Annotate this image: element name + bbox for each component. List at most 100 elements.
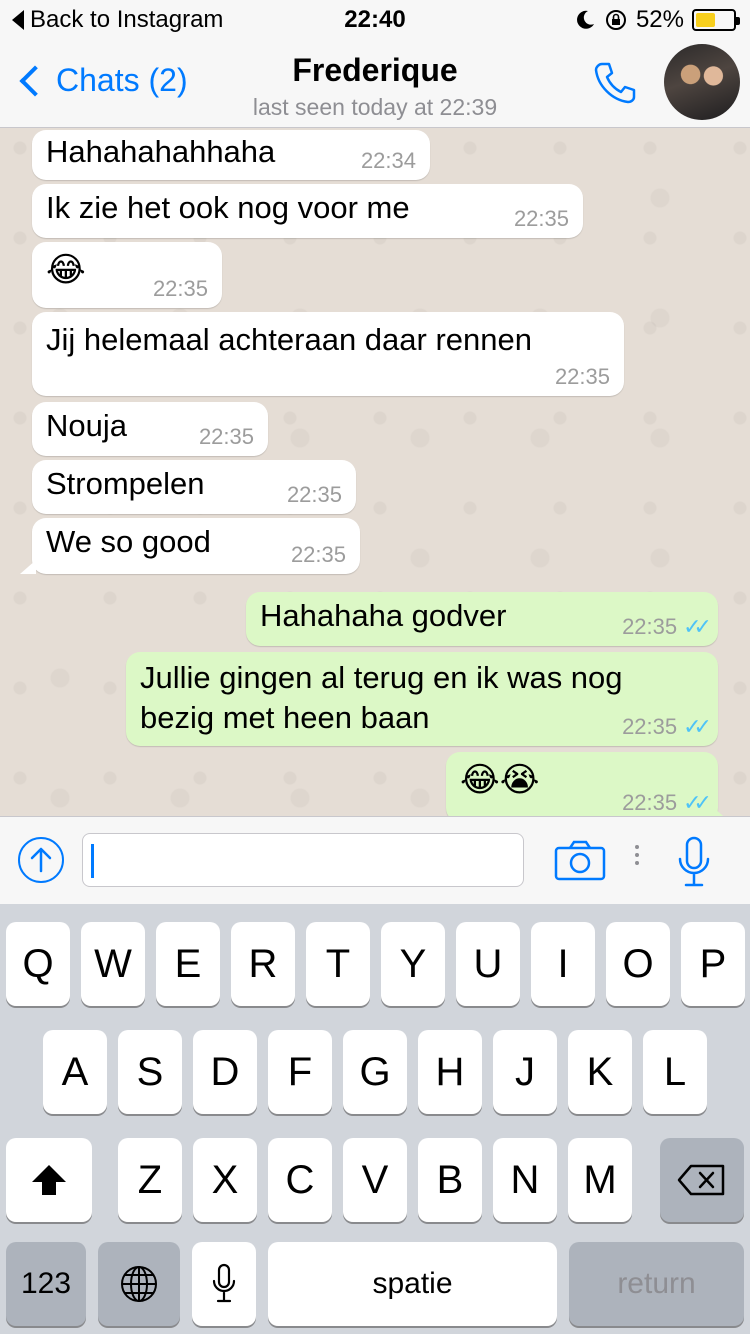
message-time: 22:35 (286, 482, 342, 507)
key-r[interactable]: R (231, 922, 295, 1006)
key-label: return (617, 1267, 696, 1300)
message-time-value: 22:35 (622, 614, 678, 639)
message-list[interactable]: Hahahahahhaha 22:34 Ik zie het ook nog v… (0, 128, 750, 816)
key-q[interactable]: Q (6, 922, 70, 1006)
rotation-lock-icon (605, 10, 626, 30)
key-y[interactable]: Y (381, 922, 445, 1006)
key-m[interactable]: M (568, 1138, 632, 1222)
message-time: 22:35 (513, 206, 569, 231)
message-bubble-outgoing[interactable]: Jullie gingen al terug en ik was nog bez… (126, 652, 718, 746)
key-label: W (94, 941, 132, 986)
key-label: N (510, 1157, 540, 1202)
key-t[interactable]: T (306, 922, 370, 1006)
space-key[interactable]: spatie (268, 1242, 557, 1326)
key-label: F (287, 1049, 313, 1094)
microphone-icon[interactable] (674, 835, 714, 889)
key-g[interactable]: G (343, 1030, 407, 1114)
globe-key[interactable] (98, 1242, 180, 1326)
key-o[interactable]: O (606, 922, 670, 1006)
key-label: O (622, 941, 654, 986)
status-bar: Back to Instagram 22:40 52% (0, 0, 750, 40)
chat-header: Chats (2) Frederique last seen today at … (0, 40, 750, 128)
battery-icon (692, 9, 740, 31)
message-text: Hahahaha godver (260, 598, 507, 633)
message-bubble-outgoing[interactable]: 😂😭 22:35 ✓✓ (446, 752, 730, 816)
key-label: M (583, 1157, 617, 1202)
key-label: T (325, 941, 351, 986)
phone-icon[interactable] (590, 58, 640, 108)
key-label: Z (137, 1157, 163, 1202)
key-label: H (435, 1049, 465, 1094)
key-d[interactable]: D (193, 1030, 257, 1114)
message-bubble-incoming[interactable]: Strompelen 22:35 (32, 460, 356, 514)
globe-icon (121, 1266, 157, 1302)
key-b[interactable]: B (418, 1138, 482, 1222)
key-u[interactable]: U (456, 922, 520, 1006)
key-e[interactable]: E (156, 922, 220, 1006)
key-z[interactable]: Z (118, 1138, 182, 1222)
key-label: C (285, 1157, 315, 1202)
battery-percent: 52% (635, 6, 684, 33)
return-key[interactable]: return (569, 1242, 744, 1326)
avatar[interactable] (664, 44, 740, 120)
composer (0, 816, 750, 904)
keyboard: Q W E R T Y U I O P A S D F G H J K L Z … (0, 904, 750, 1334)
key-x[interactable]: X (193, 1138, 257, 1222)
key-label: P (699, 941, 727, 986)
numbers-key[interactable]: 123 (6, 1242, 86, 1326)
key-j[interactable]: J (493, 1030, 557, 1114)
message-time-value: 22:35 (622, 714, 678, 739)
dictation-key[interactable] (192, 1242, 256, 1326)
message-time: 22:35 (290, 542, 346, 567)
shift-icon (32, 1165, 66, 1195)
key-s[interactable]: S (118, 1030, 182, 1114)
message-bubble-incoming[interactable]: We so good 22:35 (20, 518, 360, 574)
attach-button[interactable] (18, 837, 64, 883)
message-time: 22:35 (554, 364, 610, 389)
key-label: B (436, 1157, 464, 1202)
read-receipt-icon: ✓✓ (683, 614, 712, 639)
message-text: Ik zie het ook nog voor me (46, 190, 410, 225)
message-time: 22:35 (198, 424, 254, 449)
message-time: 22:35 ✓✓ (622, 714, 712, 740)
status-indicators: 52% (574, 6, 740, 34)
message-bubble-incoming[interactable]: Jij helemaal achteraan daar rennen 22:35 (32, 312, 624, 396)
key-p[interactable]: P (681, 922, 745, 1006)
message-input[interactable] (82, 833, 524, 887)
shift-key[interactable] (6, 1138, 92, 1222)
key-label: Y (399, 941, 427, 986)
key-a[interactable]: A (43, 1030, 107, 1114)
message-bubble-incoming[interactable]: 😂 22:35 (32, 242, 222, 308)
message-text: We so good (46, 524, 211, 559)
message-bubble-incoming[interactable]: Hahahahahhaha 22:34 (32, 130, 430, 180)
key-i[interactable]: I (531, 922, 595, 1006)
key-label: A (61, 1049, 89, 1094)
key-label: X (211, 1157, 239, 1202)
message-bubble-outgoing[interactable]: Hahahaha godver 22:35 ✓✓ (246, 592, 718, 646)
key-n[interactable]: N (493, 1138, 557, 1222)
dictation-icon (212, 1263, 236, 1303)
key-f[interactable]: F (268, 1030, 332, 1114)
key-label: V (361, 1157, 389, 1202)
key-c[interactable]: C (268, 1138, 332, 1222)
key-l[interactable]: L (643, 1030, 707, 1114)
key-label: Q (22, 941, 54, 986)
camera-icon[interactable] (554, 839, 606, 881)
bubble-tail (20, 560, 36, 574)
key-w[interactable]: W (81, 922, 145, 1006)
key-v[interactable]: V (343, 1138, 407, 1222)
message-bubble-incoming[interactable]: Ik zie het ook nog voor me 22:35 (32, 184, 583, 238)
key-k[interactable]: K (568, 1030, 632, 1114)
read-receipt-icon: ✓✓ (683, 790, 712, 815)
key-label: S (136, 1049, 164, 1094)
message-bubble-incoming[interactable]: Nouja 22:35 (32, 402, 268, 456)
bubble-tail (714, 808, 730, 816)
key-label: J (515, 1049, 535, 1094)
message-text: 😂 (46, 250, 86, 290)
message-text: Hahahahahhaha (46, 134, 276, 169)
delete-key[interactable] (660, 1138, 744, 1222)
key-label: E (174, 941, 202, 986)
message-time-value: 22:35 (622, 790, 678, 815)
message-time: 22:34 (360, 148, 416, 173)
key-h[interactable]: H (418, 1030, 482, 1114)
